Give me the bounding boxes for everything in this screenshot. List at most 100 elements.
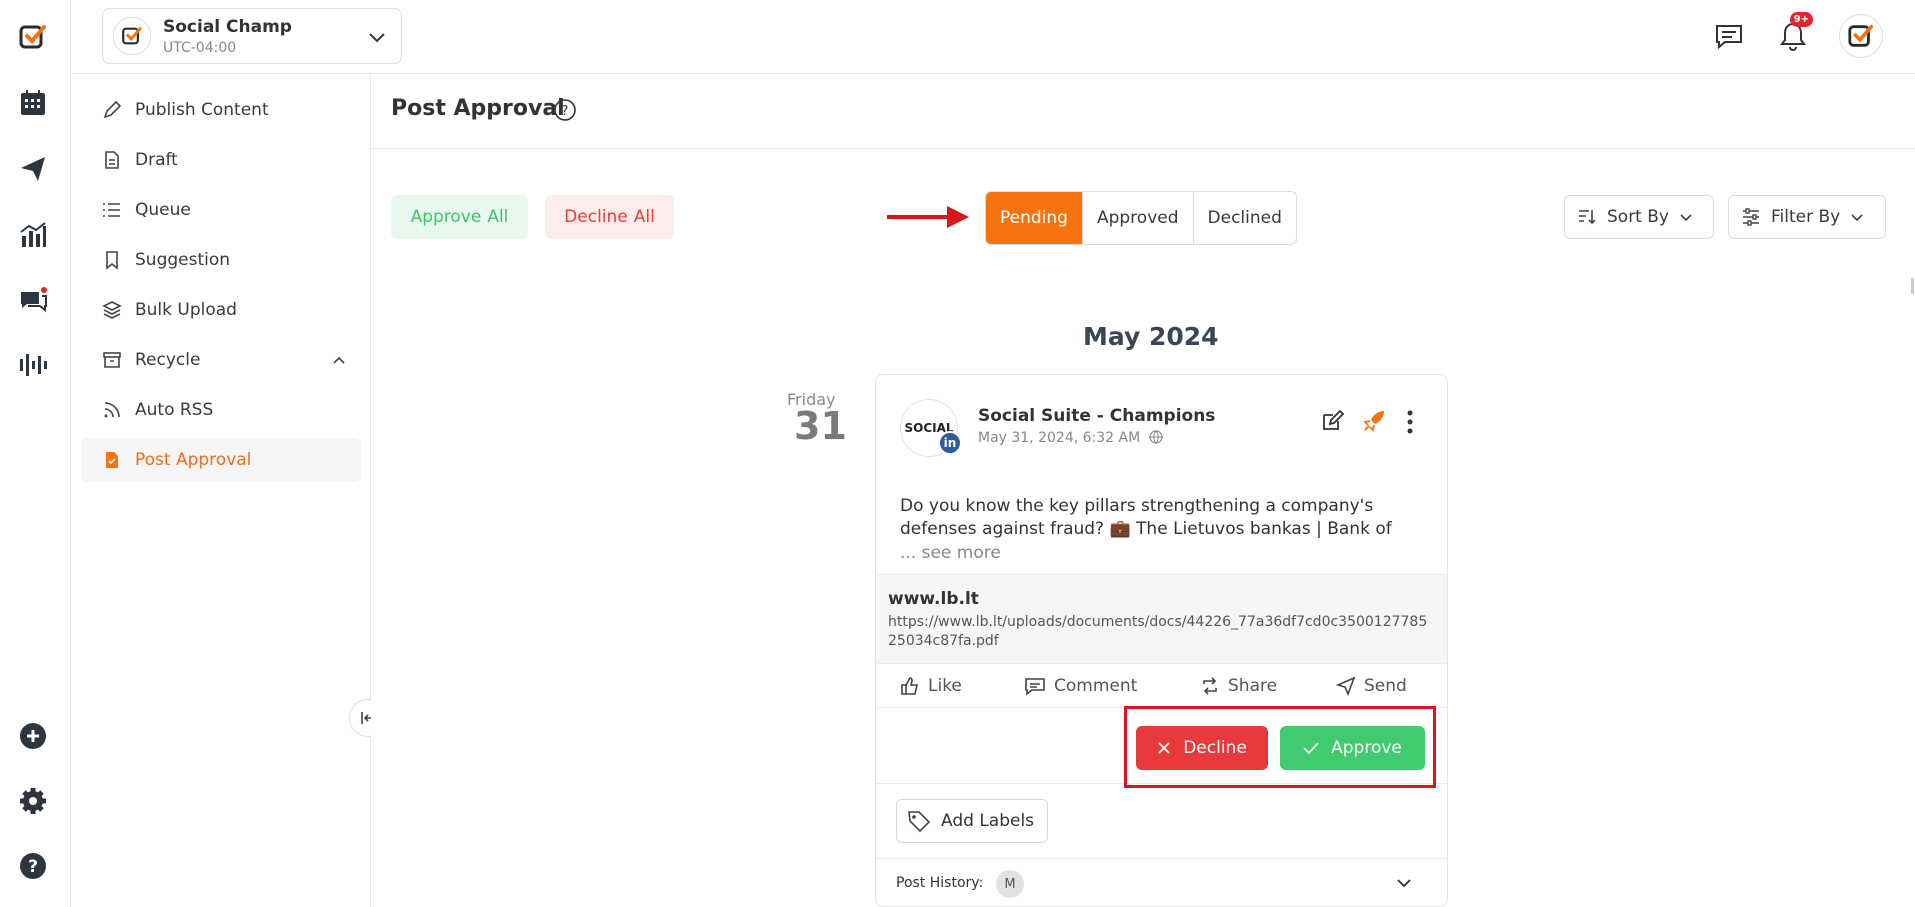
decline-all-button[interactable]: Decline All [545,195,674,239]
history-avatar: M [996,870,1024,898]
audio-waves-icon[interactable] [16,348,50,382]
top-bar: Social Champ UTC-04:00 9+ [71,0,1915,74]
like-label: Like [928,675,962,696]
profile-avatar[interactable] [1839,14,1883,58]
layers-icon [101,299,123,321]
decline-label: Decline [1183,738,1247,758]
approve-button[interactable]: Approve [1280,726,1425,770]
tab-declined[interactable]: Declined [1194,192,1296,244]
comment-icon [1025,677,1045,696]
repost-icon [1203,676,1217,695]
messages-icon[interactable] [1708,14,1752,58]
tab-pending[interactable]: Pending [986,192,1083,244]
chevron-down-icon [1680,214,1692,222]
sidebar-item-label: Publish Content [135,100,269,120]
filter-by-dropdown[interactable]: Filter By [1728,195,1886,239]
post-history: Post History: M [876,858,1447,906]
sidebar-item-auto-rss[interactable]: Auto RSS [81,388,361,432]
app-logo-icon[interactable] [16,20,50,54]
add-labels-label: Add Labels [941,811,1035,831]
approve-all-button[interactable]: Approve All [391,195,528,239]
sidebar-item-label: Queue [135,200,191,220]
close-icon [1158,742,1170,754]
settings-gear-icon[interactable] [16,784,50,818]
chevron-up-icon[interactable] [331,352,347,373]
document-icon [101,149,123,171]
social-actions: Like Comment Share Send [876,664,1447,708]
inbox-chat-icon[interactable] [16,284,50,318]
sort-by-dropdown[interactable]: Sort By [1564,195,1714,239]
main-content: Post Approval ? Approve All Decline All Pe… [371,74,1915,907]
post-body-line: Do you know the key pillars strengthenin… [900,496,1374,516]
analytics-icon[interactable] [16,218,50,252]
pencil-icon [101,99,123,121]
decline-button[interactable]: Decline [1136,726,1268,770]
post-body: Do you know the key pillars strengthenin… [900,495,1420,541]
link-url: https://www.lb.lt/uploads/documents/docs… [888,614,1428,649]
tab-approved[interactable]: Approved [1083,192,1194,244]
send-action[interactable]: Send [1336,676,1407,696]
sidebar-item-bulk-upload[interactable]: Bulk Upload [81,288,361,332]
sidebar-item-label: Suggestion [135,250,231,270]
share-label: Share [1228,675,1278,696]
svg-text:?: ? [28,857,38,877]
account-timezone: UTC-04:00 [163,39,237,56]
help-icon[interactable]: ? [16,849,50,883]
paper-plane-icon [1336,676,1356,696]
sidebar-item-queue[interactable]: Queue [81,188,361,232]
chevron-down-icon [367,27,387,51]
post-history-label: Post History: [896,875,984,891]
rss-icon [101,399,123,421]
edit-post-icon[interactable] [1320,409,1345,437]
decision-row: Decline Approve [876,708,1447,784]
add-labels-button[interactable]: Add Labels [896,799,1048,843]
sidebar-item-label: Recycle [135,350,201,370]
checkmark-icon [1303,742,1319,755]
see-more-link[interactable]: ... see more [900,543,1001,563]
icon-rail: ? [0,0,71,907]
link-preview[interactable]: www.lb.lt https://www.lb.lt/uploads/docu… [876,574,1447,664]
send-icon[interactable] [16,152,50,186]
link-domain: www.lb.lt [888,589,979,609]
sidebar-item-label: Draft [135,150,178,170]
sidebar-item-publish-content[interactable]: Publish Content [81,88,361,132]
account-selector[interactable]: Social Champ UTC-04:00 [102,8,402,64]
day-number: 31 [794,404,847,448]
sidebar-item-post-approval[interactable]: Post Approval [81,438,361,482]
share-action[interactable]: Share [1200,676,1277,696]
chevron-down-icon[interactable] [1396,875,1412,895]
filter-by-label: Filter By [1771,207,1841,227]
sidebar-item-label: Post Approval [135,450,252,470]
month-heading: May 2024 [1083,322,1219,351]
approval-document-icon [101,449,123,471]
status-tabs: Pending Approved Declined [985,191,1297,245]
approve-all-suffix: All [487,207,509,227]
sidebar-item-draft[interactable]: Draft [81,138,361,182]
list-icon [101,199,123,221]
sort-by-label: Sort By [1607,207,1669,227]
decline-all-suffix: All [633,207,655,227]
sidebar-item-label: Auto RSS [135,400,214,420]
like-action[interactable]: Like [900,676,962,696]
send-label: Send [1364,675,1407,696]
sidebar-item-label: Bulk Upload [135,300,237,320]
comment-label: Comment [1054,675,1138,696]
add-icon[interactable] [16,719,50,753]
account-avatar [113,17,151,55]
filter-sliders-icon [1743,208,1759,226]
calendar-icon[interactable] [16,86,50,120]
rocket-publish-icon[interactable] [1362,409,1386,437]
notifications-bell-icon[interactable]: 9+ [1771,12,1815,58]
approve-label: Approve [1331,738,1402,758]
sidebar-item-recycle[interactable]: Recycle [81,338,361,382]
more-options-icon[interactable] [1404,409,1416,439]
linkedin-icon: in [938,431,962,455]
sort-icon [1579,210,1596,225]
sidebar-item-suggestion[interactable]: Suggestion [81,238,361,282]
account-name: Social Champ [163,16,292,37]
comment-action[interactable]: Comment [1024,676,1137,696]
archive-box-icon [101,349,123,371]
question-circle-icon[interactable]: ? [553,98,577,126]
scrollbar[interactable] [1911,278,1914,294]
sidebar: Publish Content Draft Queue Suggestion B… [71,74,371,907]
